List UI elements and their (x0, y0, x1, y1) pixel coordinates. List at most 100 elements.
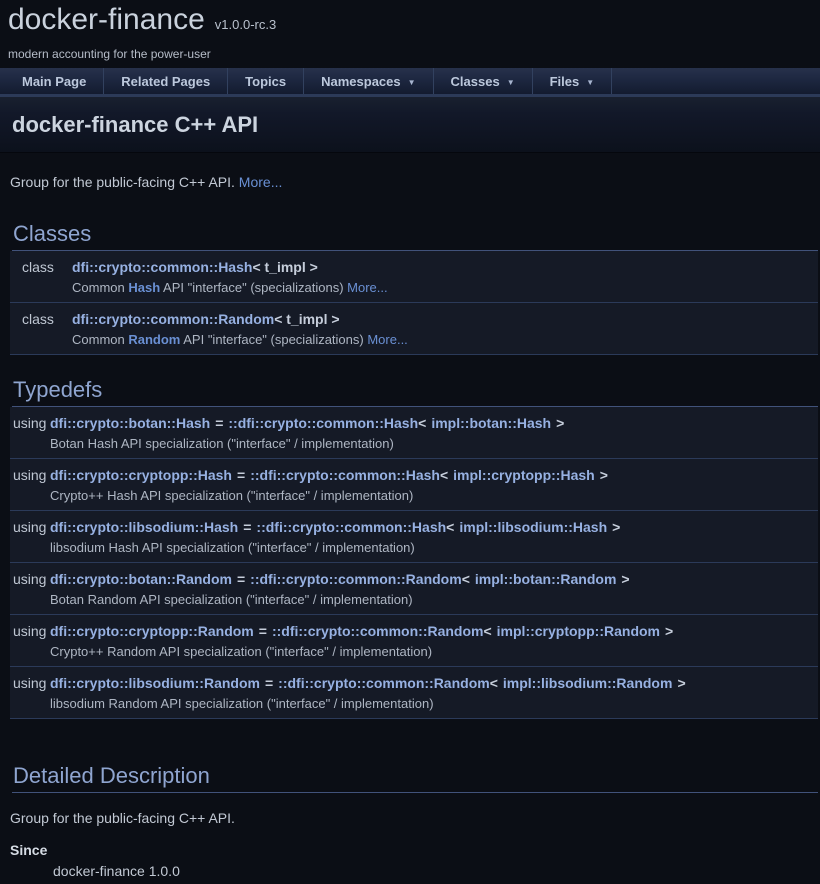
type-link[interactable]: ::dfi::crypto::common::Hash (250, 467, 440, 483)
more-link[interactable]: More... (367, 332, 407, 347)
class-link[interactable]: dfi::crypto::common::Hash (72, 259, 252, 275)
member-desc: Crypto++ Hash API specialization ("inter… (50, 485, 818, 510)
detailed-description-heading: Detailed Description (12, 763, 818, 793)
member-name: dfi::crypto::botan::Random=::dfi::crypto… (50, 563, 818, 590)
tab-topics[interactable]: Topics (228, 68, 304, 94)
table-row: using dfi::crypto::cryptopp::Random=::df… (10, 615, 818, 642)
intro-paragraph: Group for the public-facing C++ API. Mor… (10, 173, 818, 191)
close-angle: > (660, 623, 673, 639)
equals-operator: = (260, 675, 278, 691)
type-link[interactable]: ::dfi::crypto::common::Random (250, 571, 462, 587)
member-desc: Common Hash API "interface" (specializat… (72, 277, 818, 302)
member-kind: using (10, 667, 50, 694)
member-name: dfi::crypto::common::Random< t_impl > (72, 303, 818, 330)
project-version: v1.0.0-rc.3 (215, 17, 276, 32)
intro-text: Group for the public-facing C++ API. (10, 174, 239, 190)
more-link[interactable]: More... (347, 280, 387, 295)
since-value: docker-finance 1.0.0 (53, 862, 818, 880)
member-desc-row: Crypto++ Random API specialization ("int… (10, 641, 818, 666)
member-kind: using (10, 407, 50, 433)
type-link[interactable]: ::dfi::crypto::common::Hash (256, 519, 446, 535)
tab-label: Files (550, 74, 580, 89)
tab-related-pages[interactable]: Related Pages (104, 68, 228, 94)
since-block: Since docker-finance 1.0.0 (10, 841, 818, 880)
template-args: < t_impl > (252, 259, 317, 275)
tab-files[interactable]: Files ▼ (533, 68, 613, 94)
table-row: class dfi::crypto::common::Random< t_imp… (10, 303, 818, 330)
impl-link[interactable]: impl::libsodium::Hash (459, 519, 607, 535)
class-inline-link[interactable]: Hash (128, 280, 160, 295)
desc-text: API "interface" (specializations) (160, 280, 347, 295)
main-nav: Main Page Related Pages Topics Namespace… (0, 68, 820, 97)
chevron-down-icon: ▼ (586, 78, 594, 87)
typedef-link[interactable]: dfi::crypto::cryptopp::Hash (50, 467, 232, 483)
member-kind: using (10, 511, 50, 538)
chevron-down-icon: ▼ (507, 78, 515, 87)
member-kind: class (10, 251, 72, 277)
tab-label: Topics (245, 74, 286, 89)
tab-namespaces[interactable]: Namespaces ▼ (304, 68, 433, 94)
table-row: using dfi::crypto::cryptopp::Hash=::dfi:… (10, 459, 818, 486)
typedef-link[interactable]: dfi::crypto::cryptopp::Random (50, 623, 254, 639)
member-name: dfi::crypto::libsodium::Hash=::dfi::cryp… (50, 511, 818, 538)
impl-link[interactable]: impl::libsodium::Random (503, 675, 673, 691)
classes-table: class dfi::crypto::common::Hash< t_impl … (10, 251, 818, 355)
open-angle: < (446, 519, 459, 535)
member-name: dfi::crypto::libsodium::Random=::dfi::cr… (50, 667, 818, 694)
template-args: < t_impl > (274, 311, 339, 327)
type-link[interactable]: ::dfi::crypto::common::Random (272, 623, 484, 639)
contents: Group for the public-facing C++ API. Mor… (0, 173, 820, 880)
table-row: using dfi::crypto::botan::Hash=::dfi::cr… (10, 407, 818, 433)
close-angle: > (551, 415, 564, 431)
equals-operator: = (232, 571, 250, 587)
typedef-link[interactable]: dfi::crypto::botan::Random (50, 571, 232, 587)
type-link[interactable]: ::dfi::crypto::common::Hash (228, 415, 418, 431)
equals-operator: = (254, 623, 272, 639)
open-angle: < (440, 467, 453, 483)
member-desc-row: Common Random API "interface" (specializ… (10, 329, 818, 354)
type-link[interactable]: ::dfi::crypto::common::Random (278, 675, 490, 691)
table-row: using dfi::crypto::botan::Random=::dfi::… (10, 563, 818, 590)
member-kind: using (10, 615, 50, 642)
member-desc-row: Common Hash API "interface" (specializat… (10, 277, 818, 302)
detailed-description-text: Group for the public-facing C++ API. (10, 809, 818, 827)
member-kind: using (10, 563, 50, 590)
tab-classes[interactable]: Classes▼ (434, 68, 533, 94)
table-row: using dfi::crypto::libsodium::Random=::d… (10, 667, 818, 694)
impl-link[interactable]: impl::cryptopp::Random (497, 623, 660, 639)
impl-link[interactable]: impl::botan::Random (475, 571, 617, 587)
project-name: docker-finance v1.0.0-rc.3 (8, 2, 820, 43)
typedef-link[interactable]: dfi::crypto::libsodium::Random (50, 675, 260, 691)
tab-main-page[interactable]: Main Page (0, 68, 104, 94)
open-angle: < (418, 415, 431, 431)
member-name: dfi::crypto::common::Hash< t_impl > (72, 251, 818, 277)
chevron-down-icon: ▼ (408, 78, 416, 87)
member-desc: Botan Hash API specialization ("interfac… (50, 433, 818, 458)
member-desc-row: libsodium Hash API specialization ("inte… (10, 537, 818, 562)
member-kind: using (10, 459, 50, 486)
site-header: docker-finance v1.0.0-rc.3 modern account… (0, 0, 820, 62)
class-link[interactable]: dfi::crypto::common::Random (72, 311, 274, 327)
page-title: docker-finance C++ API (12, 112, 258, 138)
typedef-link[interactable]: dfi::crypto::libsodium::Hash (50, 519, 238, 535)
typedef-link[interactable]: dfi::crypto::botan::Hash (50, 415, 210, 431)
open-angle: < (490, 675, 503, 691)
tab-label: Main Page (22, 74, 86, 89)
typedefs-heading: Typedefs (12, 377, 818, 407)
member-name: dfi::crypto::botan::Hash=::dfi::crypto::… (50, 407, 818, 433)
member-desc-row: Crypto++ Hash API specialization ("inter… (10, 485, 818, 510)
open-angle: < (462, 571, 475, 587)
impl-link[interactable]: impl::cryptopp::Hash (453, 467, 595, 483)
more-link[interactable]: More... (239, 174, 283, 190)
class-inline-link[interactable]: Random (128, 332, 180, 347)
equals-operator: = (232, 467, 250, 483)
desc-text: Common (72, 332, 128, 347)
since-label: Since (10, 841, 818, 859)
member-desc: libsodium Random API specialization ("in… (50, 693, 818, 718)
member-desc: Common Random API "interface" (specializ… (72, 329, 818, 354)
separator (10, 354, 818, 355)
project-name-text: docker-finance (8, 3, 205, 36)
project-brief: modern accounting for the power-user (8, 47, 820, 62)
tab-label: Namespaces (321, 74, 401, 89)
impl-link[interactable]: impl::botan::Hash (431, 415, 551, 431)
